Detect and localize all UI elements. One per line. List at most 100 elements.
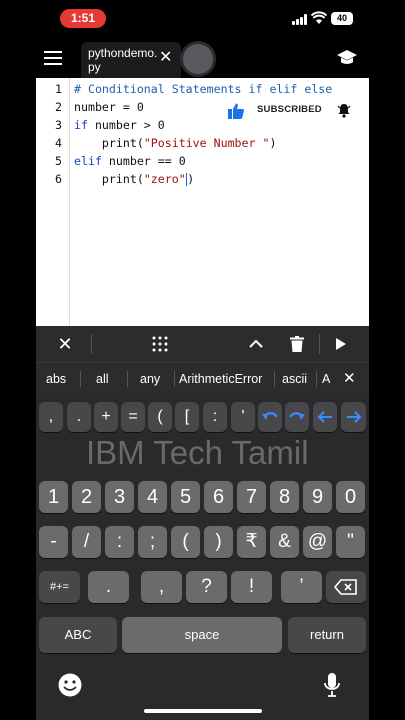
punctuation-key[interactable]: ’ <box>281 571 322 603</box>
code-token: ) <box>187 172 195 186</box>
punctuation-key[interactable]: ; <box>138 526 167 558</box>
line-number: 2 <box>55 100 62 114</box>
punctuation-key[interactable]: ₹ <box>237 526 266 558</box>
wifi-icon <box>311 11 327 24</box>
digit-key[interactable]: 0 <box>336 481 365 513</box>
tab-file[interactable]: pythondemo.py ✕ <box>81 42 181 78</box>
punctuation-key[interactable]: . <box>88 571 129 603</box>
suggestion-divider <box>274 371 275 387</box>
digit-key[interactable]: 3 <box>105 481 134 513</box>
symbols-shift-key[interactable]: #+= <box>39 571 80 603</box>
undo-icon[interactable] <box>258 402 282 432</box>
punctuation-key[interactable]: & <box>270 526 299 558</box>
watermark: IBM Tech Tamil <box>86 434 309 471</box>
subscribed-label: SUBSCRIBED <box>257 104 322 115</box>
punctuation-key[interactable]: - <box>39 526 68 558</box>
symbol-key[interactable]: . <box>67 402 91 432</box>
suggestion-item[interactable]: A <box>322 363 330 395</box>
code-text: elif number == 0 <box>74 152 186 170</box>
arrow-left-icon[interactable] <box>313 402 337 432</box>
digit-key[interactable]: 4 <box>138 481 167 513</box>
code-text: number = 0 <box>74 98 144 116</box>
editor-toolbar: ✕ <box>36 326 369 362</box>
arrow-right-icon[interactable] <box>341 402 366 432</box>
redo-icon[interactable] <box>285 402 309 432</box>
suggestion-divider <box>316 371 317 387</box>
symbol-key[interactable]: + <box>94 402 118 432</box>
code-token: number = 0 <box>74 100 144 114</box>
symbol-key[interactable]: ( <box>148 402 172 432</box>
symbol-key[interactable]: [ <box>175 402 199 432</box>
digit-key[interactable]: 8 <box>270 481 299 513</box>
backspace-icon[interactable] <box>326 571 366 603</box>
return-key[interactable]: return <box>288 617 366 653</box>
suggestion-divider <box>80 371 81 387</box>
close-keyboard-icon[interactable]: ✕ <box>47 326 83 362</box>
line-number: 5 <box>55 154 62 168</box>
punctuation-key[interactable]: ( <box>171 526 200 558</box>
app-header: pythondemo.py ✕ <box>36 38 369 78</box>
space-key[interactable]: space <box>122 617 282 653</box>
home-indicator <box>144 709 262 713</box>
chevron-up-icon[interactable] <box>249 339 263 349</box>
line-number: 4 <box>55 136 62 150</box>
code-token: ) <box>269 136 277 150</box>
thumbs-up-icon <box>228 103 244 119</box>
punctuation-key[interactable]: " <box>336 526 365 558</box>
symbol-key[interactable]: , <box>39 402 63 432</box>
punctuation-key[interactable]: / <box>72 526 101 558</box>
punctuation-key[interactable]: : <box>105 526 134 558</box>
subscribed-overlay: SUBSCRIBED <box>225 102 355 120</box>
suggestion-divider <box>174 371 175 387</box>
keyboard: IBM Tech Tamil ,. + =([: ' 1 2 3 4 5 6 7 8 9 0- /:;() ₹… <box>36 394 369 720</box>
line-number: 3 <box>55 118 62 132</box>
code-token: print( <box>74 136 144 150</box>
punctuation-key[interactable]: ? <box>186 571 227 603</box>
code-token: number > 0 <box>87 118 165 132</box>
abc-key[interactable]: ABC <box>39 617 117 653</box>
close-icon[interactable]: ✕ <box>159 50 172 66</box>
digit-key[interactable]: 9 <box>303 481 332 513</box>
toolbar-divider <box>319 334 320 354</box>
punctuation-key[interactable]: @ <box>303 526 332 558</box>
digit-key[interactable]: 1 <box>39 481 68 513</box>
graduation-cap-icon[interactable] <box>336 49 358 67</box>
close-suggestions-icon[interactable]: ✕ <box>343 363 356 395</box>
punctuation-key[interactable]: ) <box>204 526 233 558</box>
suggestion-item[interactable]: ascii <box>282 363 307 395</box>
code-token: elif <box>74 154 102 168</box>
code-text: if number > 0 <box>74 116 165 134</box>
punctuation-key[interactable]: , <box>141 571 182 603</box>
line-number: 6 <box>55 172 62 186</box>
line-number: 1 <box>55 82 62 96</box>
assistive-touch-button[interactable] <box>180 41 216 77</box>
code-token: "zero" <box>143 172 186 186</box>
suggestion-item[interactable]: all <box>96 363 109 395</box>
emoji-icon[interactable] <box>56 672 84 700</box>
microphone-icon[interactable] <box>320 672 344 700</box>
digit-key[interactable]: 7 <box>237 481 266 513</box>
code-token: # Conditional Statements if elif else <box>74 82 333 96</box>
digit-key[interactable]: 5 <box>171 481 200 513</box>
symbol-key[interactable]: ' <box>231 402 255 432</box>
symbol-key[interactable]: : <box>203 402 227 432</box>
code-editor[interactable]: 1 # Conditional Statements if elif else 2 n… <box>36 78 369 326</box>
menu-icon[interactable] <box>44 51 62 65</box>
symbol-key[interactable]: = <box>121 402 145 432</box>
suggestion-item[interactable]: ArithmeticError <box>179 363 262 395</box>
run-icon[interactable] <box>335 337 347 351</box>
digit-key[interactable]: 6 <box>204 481 233 513</box>
punctuation-key[interactable]: ! <box>231 571 272 603</box>
battery-indicator: 40 <box>331 12 353 25</box>
code-text: print("zero") <box>74 170 194 188</box>
phone-screen: 1:51 40 pythondemo.py ✕ 1 # Conditional S… <box>36 0 369 720</box>
toolbar-divider <box>91 334 92 354</box>
digit-key[interactable]: 2 <box>72 481 101 513</box>
grid-keypad-icon[interactable] <box>152 336 168 352</box>
suggestion-item[interactable]: any <box>140 363 160 395</box>
bell-icon <box>337 104 351 118</box>
suggestion-divider <box>127 371 128 387</box>
status-bar: 1:51 40 <box>36 0 369 38</box>
trash-icon[interactable] <box>290 336 304 352</box>
suggestion-item[interactable]: abs <box>46 363 66 395</box>
